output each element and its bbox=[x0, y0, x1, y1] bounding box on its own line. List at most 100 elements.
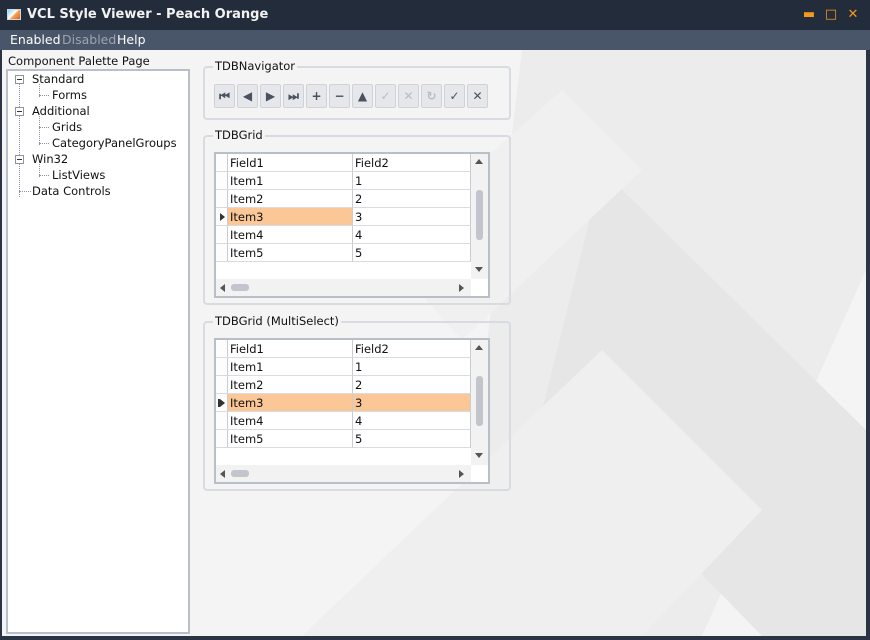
column-header[interactable]: Field1 bbox=[228, 154, 353, 172]
column-header[interactable]: Field2 bbox=[353, 154, 471, 172]
next-record-icon[interactable]: ▶ bbox=[260, 84, 281, 108]
row-indicator bbox=[216, 244, 228, 262]
db-grid-multiselect[interactable]: Field1 Field2 Item1 1 Item2 2 Item3 3 Item4 4 Item… bbox=[214, 338, 490, 484]
table-row[interactable]: Item1 1 bbox=[216, 358, 471, 376]
table-cell[interactable]: Item2 bbox=[228, 376, 353, 394]
refresh-record-icon[interactable]: ↻ bbox=[421, 84, 442, 108]
grid-header: Field1 Field2 bbox=[216, 154, 471, 172]
grid-header: Field1 Field2 bbox=[216, 340, 471, 358]
edit-record-icon[interactable]: ▲ bbox=[352, 84, 373, 108]
scroll-down-icon[interactable] bbox=[475, 267, 483, 272]
collapse-icon[interactable] bbox=[15, 155, 24, 164]
row-indicator bbox=[216, 430, 228, 448]
table-cell[interactable]: 5 bbox=[353, 244, 471, 262]
post-record-icon[interactable]: ✓ bbox=[375, 84, 396, 108]
scroll-left-icon[interactable] bbox=[220, 284, 225, 292]
table-cell[interactable]: Item2 bbox=[228, 190, 353, 208]
scroll-right-icon[interactable] bbox=[459, 470, 464, 478]
table-cell[interactable]: 4 bbox=[353, 226, 471, 244]
scroll-up-icon[interactable] bbox=[475, 159, 483, 164]
scroll-down-icon[interactable] bbox=[475, 453, 483, 458]
db-grid[interactable]: Field1 Field2 Item1 1 Item2 2 Item3 3 Item4 4 Item… bbox=[214, 152, 490, 298]
scrollbar-thumb[interactable] bbox=[476, 376, 483, 426]
table-cell[interactable]: Item1 bbox=[228, 172, 353, 190]
menu-bar: Enabled Disabled Help bbox=[0, 30, 870, 50]
app-window: VCL Style Viewer - Peach Orange ▬ □ ✕ En… bbox=[0, 0, 870, 640]
scroll-up-icon[interactable] bbox=[475, 345, 483, 350]
table-row[interactable]: Item5 5 bbox=[216, 430, 471, 448]
table-row[interactable]: Item2 2 bbox=[216, 376, 471, 394]
column-header[interactable]: Field2 bbox=[353, 340, 471, 358]
scrollbar-thumb[interactable] bbox=[476, 190, 483, 240]
table-cell[interactable]: Item3 bbox=[228, 208, 353, 226]
grid2-caption: TDBGrid (MultiSelect) bbox=[213, 314, 341, 328]
table-cell[interactable]: 2 bbox=[353, 376, 471, 394]
menu-disabled[interactable]: Disabled bbox=[62, 32, 116, 47]
table-cell[interactable]: 3 bbox=[353, 394, 471, 412]
table-cell[interactable]: 2 bbox=[353, 190, 471, 208]
vertical-scrollbar[interactable] bbox=[471, 340, 488, 465]
table-cell[interactable]: Item3 bbox=[228, 394, 353, 412]
menu-help[interactable]: Help bbox=[117, 32, 146, 47]
grid1-caption: TDBGrid bbox=[213, 128, 265, 142]
row-indicator bbox=[216, 394, 228, 412]
minimize-icon[interactable]: ▬ bbox=[800, 6, 818, 24]
table-row[interactable]: Item3 3 bbox=[216, 208, 471, 226]
table-cell[interactable]: 1 bbox=[353, 358, 471, 376]
first-record-icon[interactable]: ⏮ bbox=[214, 84, 235, 108]
tree-item-category-panel-groups[interactable]: CategoryPanelGroups bbox=[52, 136, 177, 150]
collapse-icon[interactable] bbox=[15, 107, 24, 116]
table-row[interactable]: Item1 1 bbox=[216, 172, 471, 190]
cancel-updates-icon[interactable]: ✕ bbox=[467, 84, 488, 108]
table-row[interactable]: Item5 5 bbox=[216, 244, 471, 262]
table-cell[interactable]: 4 bbox=[353, 412, 471, 430]
table-cell[interactable]: Item1 bbox=[228, 358, 353, 376]
close-icon[interactable]: ✕ bbox=[844, 6, 862, 24]
scrollbar-thumb[interactable] bbox=[231, 284, 249, 291]
delete-record-icon[interactable]: − bbox=[329, 84, 350, 108]
vertical-scrollbar[interactable] bbox=[471, 154, 488, 279]
table-row[interactable]: Item2 2 bbox=[216, 190, 471, 208]
tree-item-grids[interactable]: Grids bbox=[52, 120, 82, 134]
row-indicator bbox=[216, 376, 228, 394]
horizontal-scrollbar[interactable] bbox=[216, 279, 471, 296]
grid1-group: TDBGrid Field1 Field2 Item1 1 Item2 2 Item3 3 It… bbox=[203, 128, 511, 305]
tree-guide bbox=[39, 116, 40, 145]
tree-item-additional[interactable]: Additional bbox=[32, 104, 90, 118]
table-row[interactable]: Item4 4 bbox=[216, 226, 471, 244]
tree-item-data-controls[interactable]: Data Controls bbox=[32, 184, 111, 198]
tree-guide bbox=[39, 95, 49, 96]
menu-enabled[interactable]: Enabled bbox=[10, 32, 61, 47]
collapse-icon[interactable] bbox=[15, 75, 24, 84]
table-cell[interactable]: 3 bbox=[353, 208, 471, 226]
row-indicator bbox=[216, 190, 228, 208]
scroll-left-icon[interactable] bbox=[220, 470, 225, 478]
window-title: VCL Style Viewer - Peach Orange bbox=[27, 7, 269, 22]
scrollbar-thumb[interactable] bbox=[231, 470, 249, 477]
cancel-record-icon[interactable]: ✕ bbox=[398, 84, 419, 108]
apply-updates-icon[interactable]: ✓ bbox=[444, 84, 465, 108]
table-cell[interactable]: Item5 bbox=[228, 244, 353, 262]
last-record-icon[interactable]: ⏭ bbox=[283, 84, 304, 108]
table-cell[interactable]: 1 bbox=[353, 172, 471, 190]
grid2-group: TDBGrid (MultiSelect) Field1 Field2 Item1 1… bbox=[203, 314, 511, 491]
table-row[interactable]: Item3 3 bbox=[216, 394, 471, 412]
prior-record-icon[interactable]: ◀ bbox=[237, 84, 258, 108]
table-cell[interactable]: Item5 bbox=[228, 430, 353, 448]
tree-item-standard[interactable]: Standard bbox=[32, 72, 84, 86]
column-header[interactable]: Field1 bbox=[228, 340, 353, 358]
table-cell[interactable]: Item4 bbox=[228, 226, 353, 244]
maximize-icon[interactable]: □ bbox=[822, 6, 840, 24]
scroll-right-icon[interactable] bbox=[459, 284, 464, 292]
table-cell[interactable]: 5 bbox=[353, 430, 471, 448]
palette-tree[interactable]: Standard Forms Additional Grids Category… bbox=[6, 69, 190, 634]
current-row-arrow-icon bbox=[220, 213, 225, 221]
horizontal-scrollbar[interactable] bbox=[216, 465, 471, 482]
insert-record-icon[interactable]: + bbox=[306, 84, 327, 108]
table-cell[interactable]: Item4 bbox=[228, 412, 353, 430]
tree-item-forms[interactable]: Forms bbox=[52, 88, 87, 102]
tree-item-win32[interactable]: Win32 bbox=[32, 152, 68, 166]
tree-item-listviews[interactable]: ListViews bbox=[52, 168, 105, 182]
table-row[interactable]: Item4 4 bbox=[216, 412, 471, 430]
title-bar[interactable]: VCL Style Viewer - Peach Orange ▬ □ ✕ bbox=[0, 0, 870, 30]
